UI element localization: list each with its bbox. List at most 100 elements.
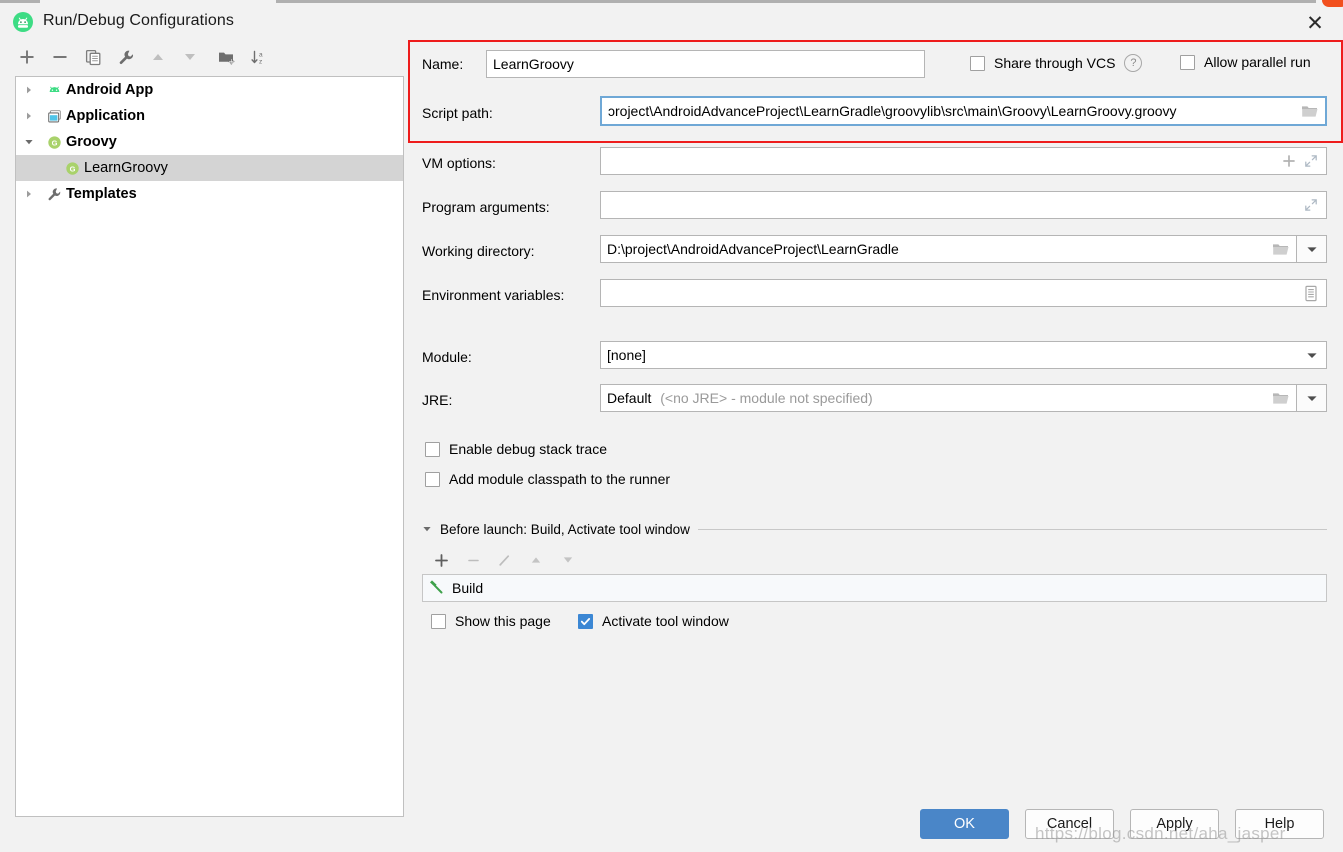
program-arguments-input[interactable] [600,191,1327,219]
share-through-vcs-checkbox[interactable]: Share through VCS ? [970,54,1143,72]
configurations-toolbar: a z [14,42,406,76]
vm-options-input[interactable] [600,147,1327,175]
environment-variables-label: Environment variables: [422,287,565,303]
list-edit-icon[interactable] [1304,285,1318,302]
expander-expanded-icon[interactable] [16,137,42,147]
android-icon [42,83,66,98]
allow-parallel-run-checkbox[interactable]: Allow parallel run [1180,54,1311,70]
tree-item-label: Groovy [66,134,117,150]
page-title: Run/Debug Configurations [43,12,234,29]
help-icon[interactable]: ? [1124,54,1143,72]
help-button[interactable]: Help [1235,809,1324,839]
folder-icon[interactable] [1272,391,1290,406]
checkbox-box[interactable] [425,441,440,457]
script-path-input-value: ɔroject\AndroidAdvanceProject\LearnGradl… [608,103,1177,119]
svg-text:G: G [51,138,57,147]
before-launch-remove-button[interactable] [460,547,486,573]
before-launch-task-list[interactable]: Build [422,574,1327,602]
window-icon [42,109,66,124]
expander-collapsed-icon[interactable] [16,111,42,121]
underlying-window-edge-left [0,0,40,3]
jre-input-value: Default [607,390,652,406]
apply-button[interactable]: Apply [1130,809,1219,839]
module-select[interactable]: [none] [600,341,1327,369]
expander-collapsed-icon[interactable] [16,189,42,199]
cancel-button[interactable]: Cancel [1025,809,1114,839]
show-this-page-checkbox[interactable]: Show this page [431,613,551,629]
jre-input-value-group: Default (<no JRE> - module not specified… [607,390,1268,406]
remove-configuration-button[interactable] [47,42,73,72]
enable-debug-stack-trace-label: Enable debug stack trace [449,441,607,457]
script-path-input[interactable]: ɔroject\AndroidAdvanceProject\LearnGradl… [600,96,1327,126]
checkbox-box[interactable] [1180,54,1195,70]
expander-expanded-icon[interactable] [422,522,432,537]
before-launch-up-button[interactable] [523,547,549,573]
tree-item-templates[interactable]: Templates [16,181,403,207]
expand-icon[interactable] [1304,198,1318,212]
android-studio-icon [12,11,34,33]
module-label: Module: [422,349,472,365]
jre-input-hint: (<no JRE> - module not specified) [660,390,873,406]
tree-item-label: LearnGroovy [84,160,168,176]
wrench-icon [42,187,66,202]
before-launch-task-label: Build [452,580,484,596]
checkbox-box[interactable] [970,55,985,71]
name-input[interactable]: LearnGroovy [486,50,925,78]
checkbox-box[interactable] [578,613,593,629]
create-folder-button[interactable] [214,42,240,72]
name-label: Name: [422,56,464,72]
activate-tool-window-label: Activate tool window [602,613,729,629]
chevron-down-icon[interactable] [1306,351,1318,360]
tree-item-android-app[interactable]: Android App [16,77,403,103]
svg-text:G: G [69,164,75,173]
edit-defaults-button[interactable] [113,42,139,72]
move-up-button[interactable] [145,42,171,72]
move-down-button[interactable] [177,42,203,72]
tree-item-label: Application [66,108,145,124]
before-launch-down-button[interactable] [555,547,581,573]
sort-configurations-button[interactable]: a z [246,42,272,72]
folder-icon[interactable] [1301,104,1319,119]
tree-item-label: Android App [66,82,154,98]
jre-input[interactable]: Default (<no JRE> - module not specified… [600,384,1297,412]
build-hammer-icon [428,578,445,598]
vm-options-label: VM options: [422,155,496,171]
before-launch-add-button[interactable] [428,547,454,573]
dialog-titlebar: Run/Debug Configurations ✕ [0,4,1343,40]
configurations-tree[interactable]: Android App Application G Groovy G Learn… [15,76,404,817]
svg-text:z: z [259,58,262,65]
ok-button[interactable]: OK [920,809,1009,839]
copy-configuration-button[interactable] [80,42,106,72]
working-directory-input[interactable]: D:\project\AndroidAdvanceProject\LearnGr… [600,235,1297,263]
environment-variables-input[interactable] [600,279,1327,307]
add-module-classpath-checkbox[interactable]: Add module classpath to the runner [425,471,670,487]
checkbox-box[interactable] [425,471,440,487]
jre-dropdown-button[interactable] [1297,384,1327,412]
folder-icon[interactable] [1272,242,1290,257]
chevron-down-icon [1306,241,1318,257]
enable-debug-stack-trace-checkbox[interactable]: Enable debug stack trace [425,441,607,457]
close-icon[interactable]: ✕ [1297,9,1333,37]
jre-label: JRE: [422,392,453,408]
groovy-icon: G [42,135,66,150]
tree-item-groovy[interactable]: G Groovy [16,129,403,155]
add-configuration-button[interactable] [14,42,40,72]
share-through-vcs-label: Share through VCS [994,55,1116,71]
expander-collapsed-icon[interactable] [16,85,42,95]
script-path-label: Script path: [422,105,493,121]
groovy-icon: G [60,161,84,176]
name-input-value: LearnGroovy [493,56,574,72]
chevron-down-icon [1306,390,1318,406]
expand-icon[interactable] [1304,154,1318,168]
module-select-value: [none] [607,347,646,363]
checkbox-box[interactable] [431,613,446,629]
before-launch-header[interactable]: Before launch: Build, Activate tool wind… [422,520,1327,538]
before-launch-title: Before launch: Build, Activate tool wind… [440,521,690,537]
tree-item-learngroovy[interactable]: G LearnGroovy [16,155,403,181]
activate-tool-window-checkbox[interactable]: Activate tool window [578,613,729,629]
working-directory-dropdown-button[interactable] [1297,235,1327,263]
tree-item-application[interactable]: Application [16,103,403,129]
plus-icon[interactable] [1282,154,1296,168]
before-launch-edit-button[interactable] [491,547,517,573]
before-launch-toolbar [428,547,628,573]
